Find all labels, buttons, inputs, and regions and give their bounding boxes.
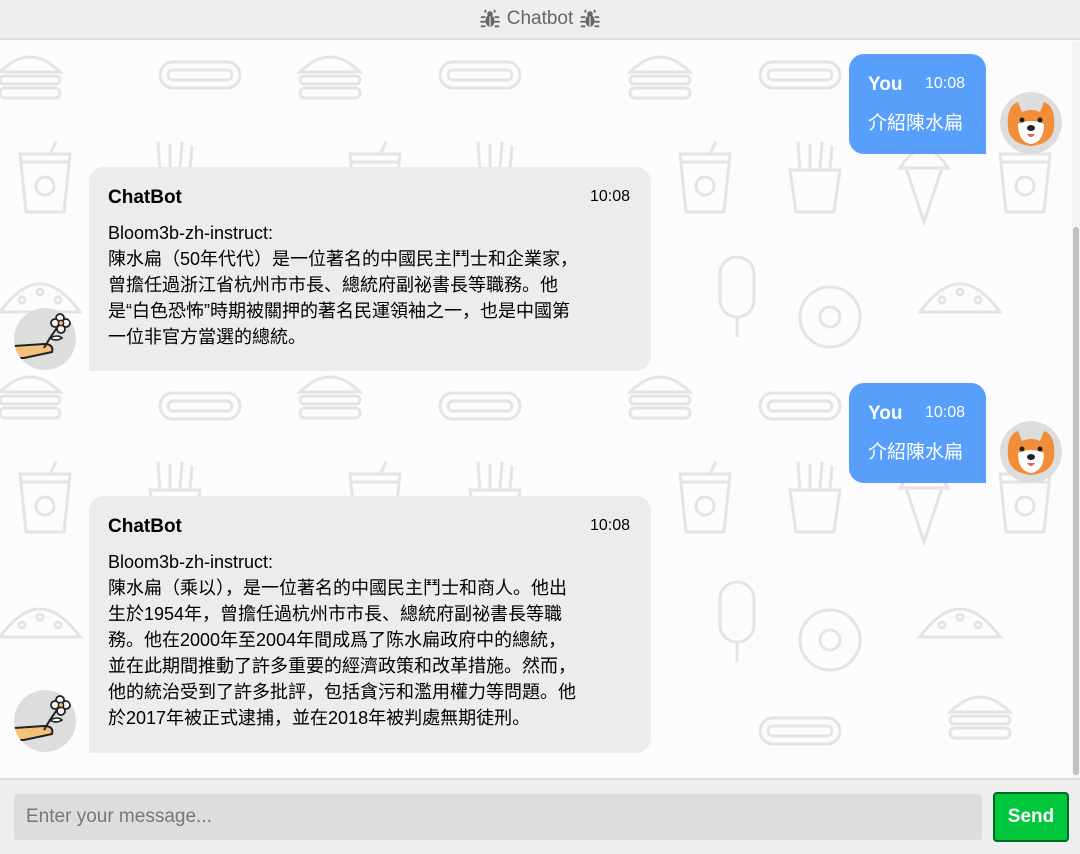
message-bubble: You 10:08 介紹陳水扁 bbox=[849, 54, 986, 154]
message-time: 10:08 bbox=[925, 404, 966, 421]
message-text: Bloom3b-zh-instruct: 陳水扁（乘以），是一位著名的中國民主鬥… bbox=[108, 552, 576, 728]
send-button[interactable]: Send bbox=[993, 792, 1069, 842]
message-sender: ChatBot bbox=[108, 187, 182, 208]
bug-icon bbox=[580, 9, 600, 28]
chat-app: Chatbot You 10:08 介紹陳水扁 ChatBot 10:08 Bl… bbox=[0, 0, 1080, 854]
bug-icon bbox=[480, 9, 500, 28]
chat-header: Chatbot bbox=[0, 0, 1080, 40]
user-avatar bbox=[1000, 421, 1062, 483]
message-sender: You bbox=[868, 74, 903, 95]
message-sender: ChatBot bbox=[108, 516, 182, 537]
message-bubble: ChatBot 10:08 Bloom3b-zh-instruct: 陳水扁（5… bbox=[89, 167, 651, 371]
bot-avatar bbox=[14, 308, 76, 370]
user-avatar bbox=[1000, 92, 1062, 154]
flower-hand-avatar-icon bbox=[14, 308, 76, 370]
message-time: 10:08 bbox=[590, 517, 631, 534]
message-time: 10:08 bbox=[590, 188, 631, 205]
shiba-dog-avatar-icon bbox=[1000, 92, 1062, 154]
message-text: 介紹陳水扁 bbox=[868, 442, 964, 463]
message-time: 10:08 bbox=[925, 75, 966, 92]
message-bubble: ChatBot 10:08 Bloom3b-zh-instruct: 陳水扁（乘… bbox=[89, 496, 651, 753]
message-sender: You bbox=[868, 403, 903, 424]
flower-hand-avatar-icon bbox=[14, 690, 76, 752]
header-title: Chatbot bbox=[506, 8, 574, 29]
message-input[interactable] bbox=[14, 794, 982, 840]
shiba-dog-avatar-icon bbox=[1000, 421, 1062, 483]
message-input-bar: Send bbox=[0, 778, 1080, 854]
bot-avatar bbox=[14, 690, 76, 752]
message-text: 介紹陳水扁 bbox=[868, 113, 964, 134]
chat-messages-area[interactable]: You 10:08 介紹陳水扁 ChatBot 10:08 Bloom3b-zh… bbox=[0, 42, 1080, 778]
scrollbar-thumb[interactable] bbox=[1073, 227, 1079, 775]
message-bubble: You 10:08 介紹陳水扁 bbox=[849, 383, 986, 483]
message-text: Bloom3b-zh-instruct: 陳水扁（50年代代）是一位著名的中國民… bbox=[108, 223, 579, 347]
